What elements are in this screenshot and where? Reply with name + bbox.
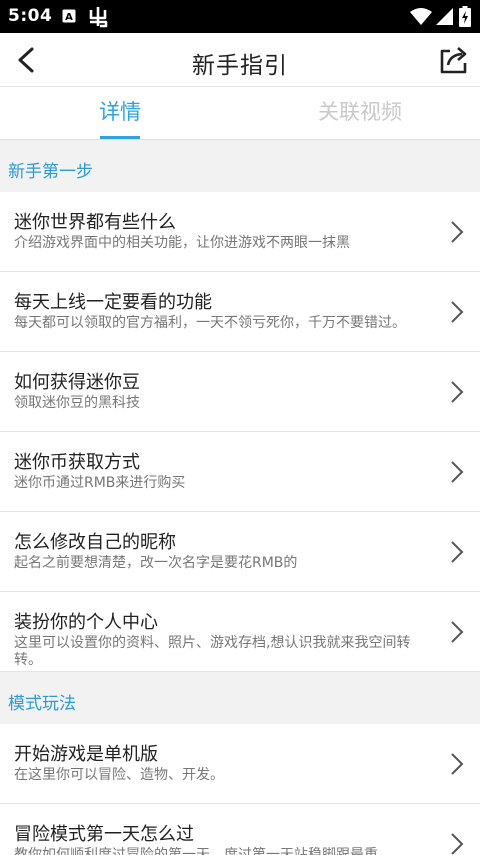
list-item[interactable]: 如何获得迷你豆 领取迷你豆的黑科技 bbox=[0, 352, 480, 432]
item-subtitle: 领取迷你豆的黑科技 bbox=[14, 395, 140, 411]
list-item[interactable]: 装扮你的个人中心 这里可以设置你的资料、照片、游戏存档,想认识我就来我空间转转。 bbox=[0, 592, 480, 672]
list-item[interactable]: 冒险模式第一天怎么过 教你如何顺利度过冒险的第一天，度过第一天站稳脚跟最重 bbox=[0, 804, 480, 855]
chevron-right-icon bbox=[451, 621, 464, 643]
app-bar: 新手指引 bbox=[0, 33, 480, 87]
section-header: 模式玩法 bbox=[8, 694, 76, 714]
chevron-right-icon bbox=[451, 541, 464, 563]
item-subtitle: 每天都可以领取的官方福利，一天不领亏死你，千万不要错过。 bbox=[14, 315, 406, 331]
item-title: 迷你世界都有些什么 bbox=[14, 212, 176, 233]
chevron-right-icon bbox=[451, 753, 464, 775]
item-subtitle: 教你如何顺利度过冒险的第一天，度过第一天站稳脚跟最重 bbox=[14, 847, 378, 855]
status-bar: 5:04 A bbox=[0, 0, 480, 33]
chevron-right-icon bbox=[451, 301, 464, 323]
tab-indicator bbox=[100, 136, 140, 139]
chevron-right-icon bbox=[451, 381, 464, 403]
tab-details[interactable]: 详情 bbox=[0, 87, 240, 140]
list-item[interactable]: 每天上线一定要看的功能 每天都可以领取的官方福利，一天不领亏死你，千万不要错过。 bbox=[0, 272, 480, 352]
item-subtitle: 在这里你可以冒险、造物、开发。 bbox=[14, 767, 224, 783]
item-title: 装扮你的个人中心 bbox=[14, 612, 158, 633]
item-title: 每天上线一定要看的功能 bbox=[14, 292, 212, 313]
item-subtitle: 介绍游戏界面中的相关功能，让你进游戏不两眼一抹黑 bbox=[14, 235, 350, 251]
item-title: 怎么修改自己的昵称 bbox=[14, 532, 176, 553]
guide-list[interactable]: 新手第一步 迷你世界都有些什么 介绍游戏界面中的相关功能，让你进游戏不两眼一抹黑… bbox=[0, 140, 480, 855]
page-title: 新手指引 bbox=[192, 53, 288, 79]
tab-related-videos[interactable]: 关联视频 bbox=[240, 87, 480, 140]
battery-charging-icon bbox=[459, 6, 471, 27]
item-subtitle: 迷你币通过RMB来进行购买 bbox=[14, 475, 186, 491]
svg-text:A: A bbox=[65, 12, 73, 23]
chevron-right-icon bbox=[451, 221, 464, 243]
signal-icon bbox=[436, 8, 453, 25]
tab-bar: 详情 关联视频 bbox=[0, 87, 480, 140]
item-subtitle: 这里可以设置你的资料、照片、游戏存档,想认识我就来我空间转转。 bbox=[14, 635, 411, 668]
status-time: 5:04 bbox=[8, 6, 53, 26]
list-item[interactable]: 迷你币获取方式 迷你币通过RMB来进行购买 bbox=[0, 432, 480, 512]
item-title: 迷你币获取方式 bbox=[14, 452, 140, 473]
chevron-right-icon bbox=[451, 461, 464, 483]
wifi-icon bbox=[410, 8, 432, 25]
list-item[interactable]: 怎么修改自己的昵称 起名之前要想清楚，改一次名字是要花RMB的 bbox=[0, 512, 480, 592]
sim-card-icon: A bbox=[62, 9, 76, 23]
list-item[interactable]: 迷你世界都有些什么 介绍游戏界面中的相关功能，让你进游戏不两眼一抹黑 bbox=[0, 192, 480, 272]
bug-icon bbox=[89, 7, 108, 28]
item-title: 开始游戏是单机版 bbox=[14, 744, 158, 765]
share-icon[interactable] bbox=[434, 41, 472, 79]
section-header: 新手第一步 bbox=[8, 162, 93, 182]
chevron-right-icon bbox=[451, 833, 464, 855]
list-item[interactable]: 开始游戏是单机版 在这里你可以冒险、造物、开发。 bbox=[0, 724, 480, 804]
item-subtitle: 起名之前要想清楚，改一次名字是要花RMB的 bbox=[14, 555, 298, 571]
item-title: 冒险模式第一天怎么过 bbox=[14, 824, 194, 845]
item-title: 如何获得迷你豆 bbox=[14, 372, 140, 393]
